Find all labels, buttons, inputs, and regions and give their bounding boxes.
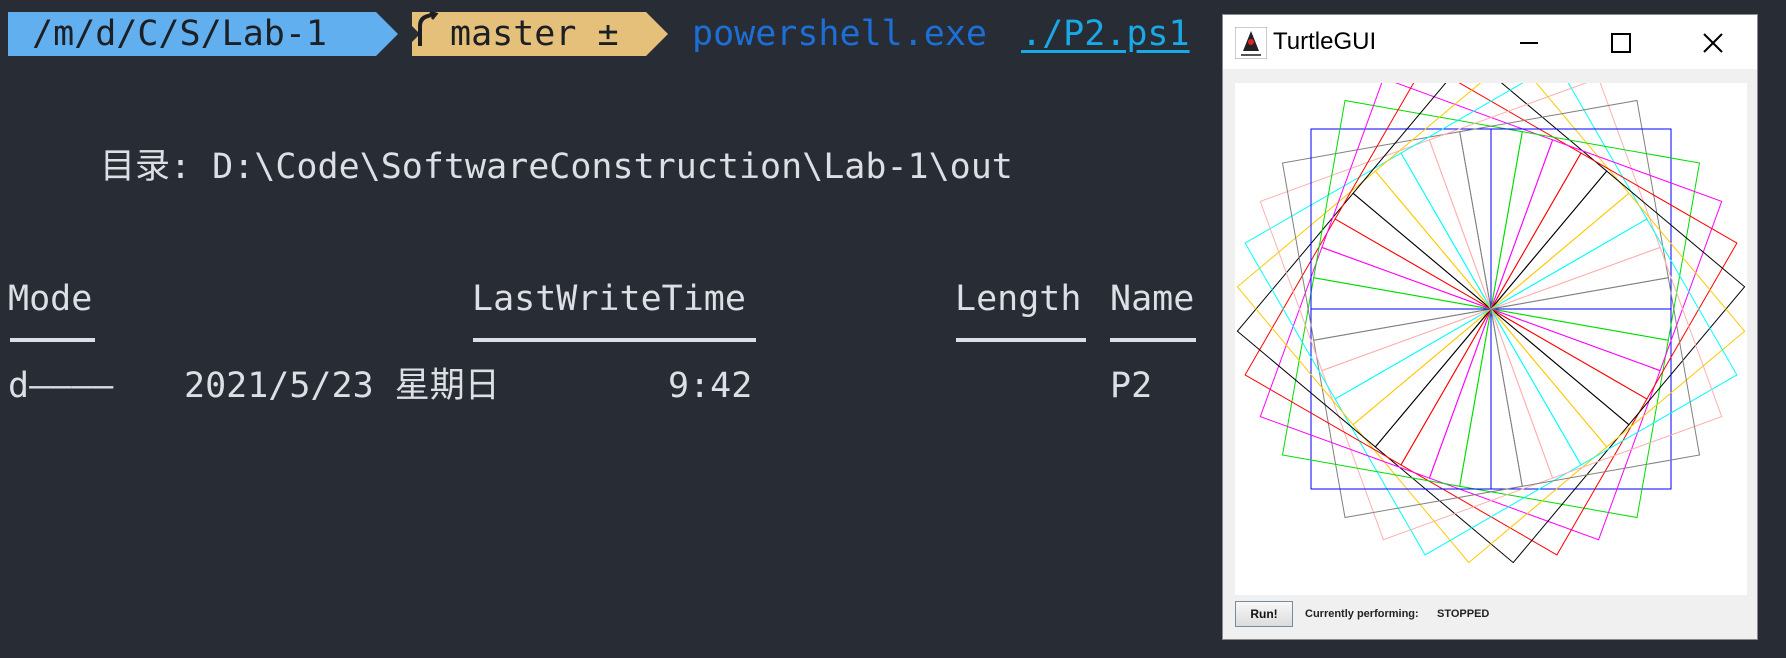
turtle-square: [1400, 308, 1648, 556]
row-time: 9:42: [668, 366, 753, 406]
maximize-button[interactable]: [1575, 15, 1665, 69]
row-name: P2: [1110, 366, 1153, 406]
java-duke-icon: [1235, 27, 1267, 59]
row-mode: d————: [8, 366, 114, 406]
turtle-square: [1490, 152, 1738, 400]
turtle-square: [1236, 170, 1492, 426]
header-last-write-time-underline: [473, 338, 756, 342]
turtle-square: [1321, 308, 1554, 541]
turtle-square: [1490, 192, 1746, 448]
header-name-underline: [1110, 338, 1196, 342]
turtle-square: [1490, 218, 1738, 466]
header-last-write-time: LastWriteTime: [472, 279, 746, 319]
status-label: Currently performing:: [1305, 608, 1419, 620]
close-icon: [1703, 33, 1723, 53]
command-text: powershell.exe: [692, 14, 988, 54]
maximize-icon: [1611, 33, 1631, 53]
header-mode-underline: [10, 338, 95, 342]
turtle-square: [1352, 308, 1608, 564]
close-button[interactable]: [1667, 15, 1757, 69]
turtle-square: [1374, 308, 1630, 564]
turtle-square: [1334, 308, 1582, 556]
header-length: Length: [955, 279, 1082, 319]
row-date: 2021/5/23 星期日: [184, 366, 500, 406]
turtle-square: [1259, 246, 1492, 479]
turtle-square: [1428, 308, 1661, 541]
turtle-square: [1244, 152, 1492, 400]
header-mode: Mode: [8, 279, 93, 319]
turtle-square: [1490, 246, 1723, 479]
command-argument-link[interactable]: ./P2.ps1: [1021, 12, 1190, 56]
prompt-path-segment: /m/d/C/S/Lab-1: [8, 12, 398, 56]
git-branch-icon: [418, 12, 439, 46]
turtle-square: [1352, 83, 1608, 310]
directory-line: 目录: D:\Code\SoftwareConstruction\Lab-1\o…: [100, 147, 1013, 187]
minimize-icon: [1520, 42, 1538, 44]
turtle-square: [1259, 139, 1492, 372]
turtle-square: [1374, 83, 1630, 310]
title-bar[interactable]: TurtleGUI: [1223, 15, 1757, 69]
turtle-square: [1244, 218, 1492, 466]
prompt-branch: master ±: [450, 14, 619, 54]
turtle-square: [1236, 192, 1492, 448]
prompt-git-segment: master ±: [412, 12, 668, 56]
prompt-path: /m/d/C/S/Lab-1: [32, 14, 328, 54]
turtle-square: [1490, 170, 1746, 426]
minimize-button[interactable]: [1483, 15, 1573, 69]
turtle-square: [1490, 139, 1723, 372]
run-button[interactable]: Run!: [1235, 601, 1293, 627]
header-length-underline: [956, 338, 1086, 342]
header-name: Name: [1110, 279, 1195, 319]
turtle-canvas: [1235, 83, 1747, 595]
turtle-gui-window[interactable]: TurtleGUI Run! Currently performing: STO…: [1222, 14, 1758, 640]
status-value: STOPPED: [1437, 608, 1490, 620]
window-title: TurtleGUI: [1273, 28, 1377, 55]
